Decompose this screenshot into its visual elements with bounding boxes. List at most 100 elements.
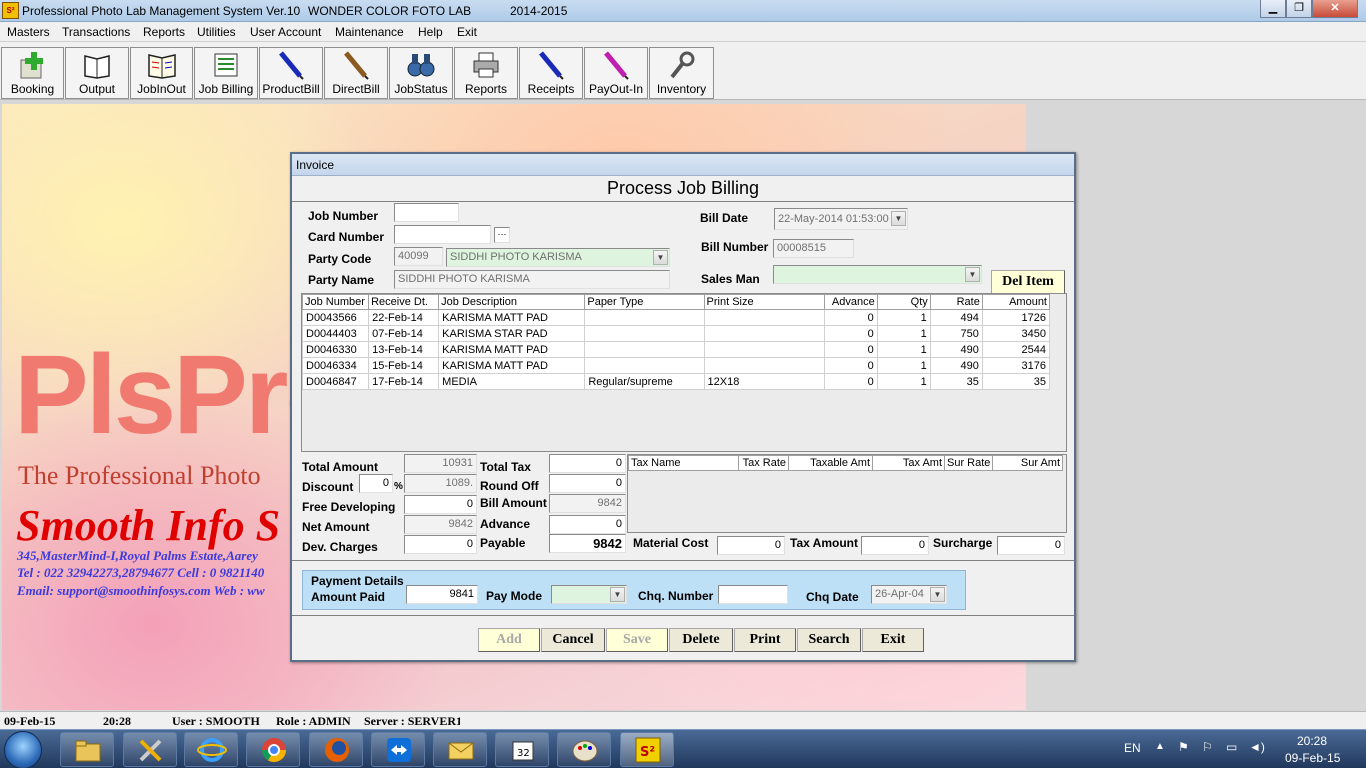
toolbar-reports-button[interactable]: Reports [454, 47, 518, 99]
close-button[interactable]: ✕ [1312, 0, 1358, 18]
start-button[interactable] [4, 731, 42, 768]
tax-column-header[interactable]: Taxable Amt [788, 455, 873, 471]
search-button[interactable]: Search [797, 628, 861, 652]
job-column-header[interactable]: Amount [981, 294, 1051, 310]
language-indicator[interactable]: EN [1124, 741, 1141, 755]
volume-icon[interactable]: ◄) [1249, 740, 1265, 754]
party-name-input[interactable]: SIDDHI PHOTO KARISMA [394, 270, 670, 289]
job-column-header[interactable]: Paper Type [584, 294, 705, 310]
menu-help[interactable]: Help [418, 25, 443, 39]
taskbar-mail[interactable] [433, 732, 487, 767]
job-column-header[interactable]: Rate [929, 294, 983, 310]
toolbar-output-button[interactable]: Output [65, 47, 129, 99]
free-developing-input[interactable]: 0 [404, 495, 477, 514]
clock-time[interactable]: 20:28 [1297, 734, 1327, 748]
job-column-header[interactable]: Receive Dt. [368, 294, 440, 310]
menu-exit[interactable]: Exit [457, 25, 477, 39]
card-lookup-button[interactable]: ⋯ [494, 227, 510, 243]
clock-date[interactable]: 09-Feb-15 [1285, 751, 1340, 765]
menu-masters[interactable]: Masters [7, 25, 50, 39]
job-column-header[interactable]: Qty [876, 294, 931, 310]
tax-column-header[interactable]: Sur Rate [944, 455, 993, 471]
taskbar-firefox[interactable] [309, 732, 363, 767]
taskbar-counter[interactable]: 32 [495, 732, 549, 767]
total-tax-value: 0 [549, 454, 626, 473]
table-row[interactable]: D0046334 15-Feb-14 KARISMA MATT PAD 0 1 490 31… [301, 357, 1051, 374]
taskbar-explorer[interactable] [60, 732, 114, 767]
job-table: Job Number Receive Dt. Job Description Pape… [301, 294, 1051, 390]
job-column-header[interactable]: Print Size [703, 294, 825, 310]
party-code-input[interactable]: 40099 [394, 247, 443, 266]
bill-date-picker[interactable]: 22-May-2014 01:53:00 ▼ [774, 208, 908, 230]
tax-column-header[interactable]: Sur Amt [992, 455, 1063, 471]
chevron-down-icon: ▼ [930, 587, 945, 602]
display-icon[interactable]: ▭ [1226, 740, 1237, 754]
card-number-input[interactable] [394, 225, 491, 244]
status-server: Server : SERVER1 [364, 714, 460, 728]
delete-button[interactable]: Delete [669, 628, 733, 652]
tax-column-header[interactable]: Tax Name [628, 455, 739, 471]
bill-number-input[interactable]: 00008515 [773, 239, 854, 258]
cancel-button[interactable]: Cancel [541, 628, 605, 652]
toolbar-directbill-button[interactable]: DirectBill [324, 47, 388, 99]
bill-number-label: Bill Number [701, 240, 769, 254]
material-cost-input[interactable]: 0 [717, 536, 785, 555]
table-row[interactable]: D0046847 17-Feb-14 MEDIA Regular/supreme 12X… [301, 373, 1051, 390]
maximize-button[interactable]: ❐ [1286, 0, 1312, 18]
exit-button[interactable]: Exit [862, 628, 924, 652]
toolbar-productbill-button[interactable]: ProductBill [259, 47, 323, 99]
table-row[interactable]: D0046330 13-Feb-14 KARISMA MATT PAD 0 1 490 25… [301, 341, 1051, 358]
dev-charges-input[interactable]: 0 [404, 535, 477, 554]
toolbar-inventory-button[interactable]: Inventory [649, 47, 714, 99]
menu-utilities[interactable]: Utilities [197, 25, 236, 39]
flag-icon[interactable]: ⚐ [1202, 740, 1213, 754]
job-column-header[interactable]: Job Number [301, 294, 370, 310]
taskbar-tools[interactable] [123, 732, 177, 767]
table-row[interactable]: D0044403 07-Feb-14 KARISMA STAR PAD 0 1 750 34… [301, 325, 1051, 342]
add-button[interactable]: Add [478, 628, 540, 652]
table-cell: 17-Feb-14 [368, 373, 440, 390]
taskbar-paint[interactable] [557, 732, 611, 767]
toolbar-jobinout-button[interactable]: JobInOut [130, 47, 193, 99]
network-icon[interactable]: ⚑ [1178, 740, 1189, 754]
taskbar-smooth-app[interactable]: S² [620, 732, 674, 767]
menu-reports[interactable]: Reports [143, 25, 185, 39]
tax-column-header[interactable]: Tax Amt [872, 455, 945, 471]
taskbar-teamviewer[interactable] [371, 732, 425, 767]
list-icon [214, 53, 238, 77]
print-button[interactable]: Print [734, 628, 796, 652]
status-time: 20:28 [103, 714, 131, 728]
discount-percent-input[interactable]: 0 [359, 474, 393, 493]
toolbar-jobstatus-button[interactable]: JobStatus [389, 47, 453, 99]
app-title: Professional Photo Lab Management System… [22, 4, 301, 18]
pay-mode-select[interactable]: ▼ [551, 585, 627, 604]
taskbar-ie[interactable] [184, 732, 238, 767]
job-column-header[interactable]: Advance [823, 294, 878, 310]
job-column-header[interactable]: Job Description [438, 294, 586, 310]
tray-expand-icon[interactable]: ▲ [1155, 741, 1165, 752]
menu-maintenance[interactable]: Maintenance [335, 25, 404, 39]
save-button[interactable]: Save [606, 628, 668, 652]
amount-paid-input[interactable]: 9841 [406, 585, 478, 604]
chq-date-picker[interactable]: 26-Apr-04 ▼ [871, 585, 947, 604]
toolbar-payout-in-button[interactable]: PayOut-In [584, 47, 648, 99]
sales-man-select[interactable]: ▼ [773, 265, 982, 284]
job-number-input[interactable] [394, 203, 459, 222]
toolbar-receipts-button[interactable]: Receipts [519, 47, 583, 99]
menu-transactions[interactable]: Transactions [62, 25, 130, 39]
table-row[interactable]: D0043566 22-Feb-14 KARISMA MATT PAD 0 1 494 17… [301, 309, 1051, 326]
party-select[interactable]: SIDDHI PHOTO KARISMA ▼ [446, 248, 670, 267]
table-cell: 0 [823, 341, 878, 358]
minimize-button[interactable]: ▁ [1260, 0, 1286, 18]
company-phone: Tel : 022 32942273,28794677 Cell : 0 982… [17, 565, 265, 580]
chq-number-input[interactable] [718, 585, 788, 604]
round-off-input[interactable]: 0 [549, 474, 626, 493]
menu-user-account[interactable]: User Account [250, 25, 321, 39]
surcharge-input[interactable]: 0 [997, 536, 1065, 555]
tax-column-header[interactable]: Tax Rate [738, 455, 789, 471]
taskbar-chrome[interactable] [246, 732, 300, 767]
toolbar-booking-button[interactable]: Booking [1, 47, 64, 99]
toolbar-job-billing-button[interactable]: Job Billing [194, 47, 258, 99]
tax-amount-input[interactable]: 0 [861, 536, 929, 555]
del-item-button[interactable]: Del Item [991, 270, 1065, 294]
